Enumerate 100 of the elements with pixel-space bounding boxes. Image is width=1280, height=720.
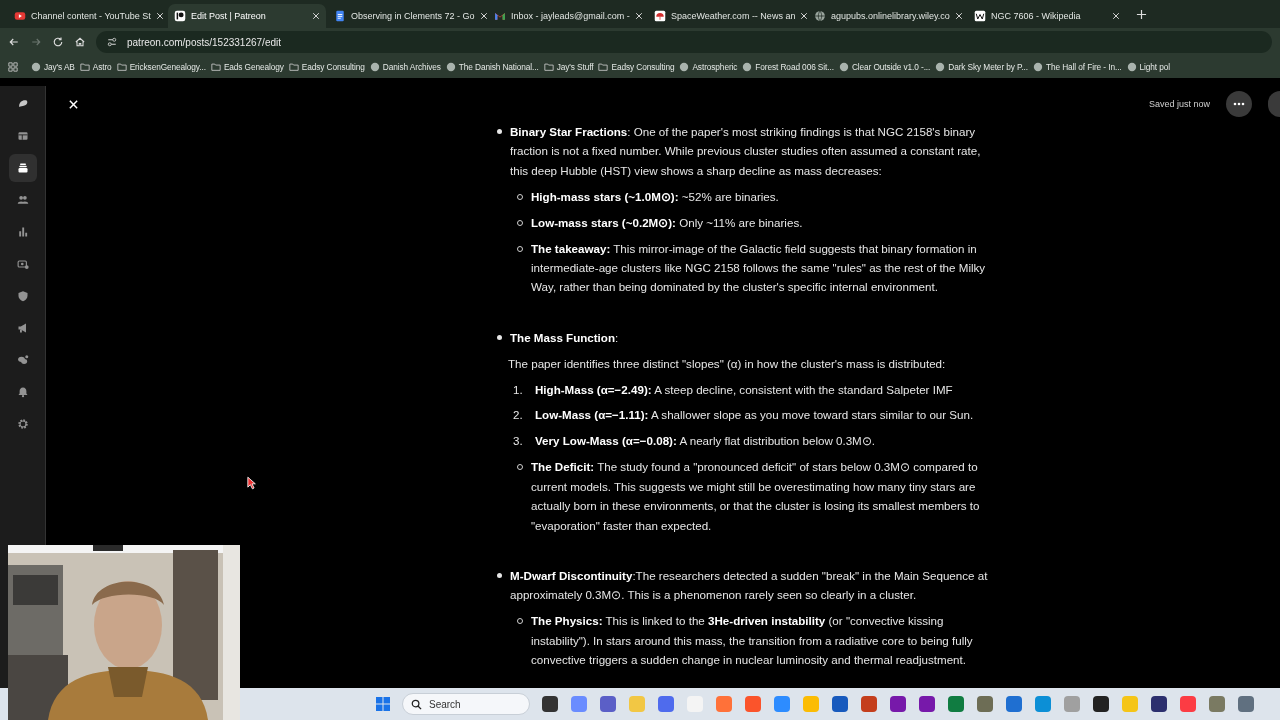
umbrella-icon [654, 10, 666, 22]
close-icon[interactable] [312, 12, 320, 20]
bar-chart-icon [16, 226, 29, 238]
chat-icon [16, 354, 29, 366]
list-item: The Mass Function: [510, 329, 619, 346]
layout-icon [16, 130, 29, 142]
app-icon[interactable] [541, 695, 559, 713]
money-icon [16, 258, 29, 270]
app-icon[interactable] [1092, 695, 1110, 713]
gear-icon [16, 418, 29, 430]
bookmark[interactable]: The Hall of Fire - In... [1033, 62, 1122, 72]
list-number: 2. [513, 407, 524, 424]
search-icon [411, 699, 422, 710]
site-icon [1126, 62, 1137, 72]
list-item: Binary Star Fractions: One of the paper's most striking findings is that NGC 2158's binary fraction is not a fixed number. While previous cluster studies often assumed a constant rate, this deep Hubble (HST) view shows a sharp decline as mass decreases: [510, 124, 982, 179]
list-item: M-Dwarf Discontinuity:The researchers detected a sudden "break" in the Main Sequence at approximately 0.3M⊙. This is a phenomenon rarely seen so clearly in a cluster. [510, 567, 989, 604]
folder-icon [598, 62, 609, 72]
shield-icon [16, 290, 29, 302]
bookmark[interactable]: Astro [79, 62, 112, 72]
bookmark[interactable]: Astrospheric [679, 62, 738, 72]
paragraph: The paper identifies three distinct "slopes" (α) in how the cluster's mass is distributed: [508, 355, 947, 372]
start-icon[interactable] [375, 696, 391, 712]
site-icon [742, 62, 753, 72]
people-icon [16, 194, 29, 206]
more-icon [1233, 102, 1245, 106]
bookmark[interactable]: Eadsy Consulting [598, 62, 675, 72]
site-icon [838, 62, 849, 72]
logo-icon [16, 98, 29, 110]
bookmark[interactable]: The Danish National... [445, 62, 539, 72]
bookmark[interactable]: Jay's Stuff [543, 62, 594, 72]
logo-icon [174, 10, 186, 22]
app-icon[interactable] [889, 695, 907, 713]
folder-icon [288, 62, 299, 72]
browser-tab[interactable]: SpaceWeather.com -- News an [648, 4, 806, 28]
back-icon[interactable] [8, 36, 20, 48]
bullet-dot [497, 129, 502, 134]
bookmark[interactable]: Eadsy Consulting [288, 62, 365, 72]
logo-icon [974, 10, 986, 22]
video-icon [14, 10, 26, 22]
close-icon[interactable] [954, 12, 963, 20]
browser-tab[interactable]: NGC 7606 - Wikipedia [968, 4, 1126, 28]
site-icon [935, 62, 946, 72]
bookmark[interactable]: Eads Genealogy [210, 62, 284, 72]
address-field[interactable]: patreon.com/posts/152331267/edit [96, 31, 1272, 53]
list-item: The Physics: This is linked to the 3He-driven instability (or "convective kissing instability"). In stars around this mass, the transition from a radiative core to being fully convective triggers a sudden change in nuclear luminosity and thermal readjustment. [531, 613, 974, 669]
bookmark[interactable]: Danish Archives [369, 62, 441, 72]
list-item: Low-mass stars (~0.2M⊙): Only ~11% are binaries. [531, 214, 803, 231]
folder-icon [543, 62, 554, 72]
close-icon[interactable] [479, 12, 488, 20]
bookmark[interactable]: Jay's AB [31, 62, 75, 72]
browser-tab[interactable]: Inbox - jayleads@gmail.com - [488, 4, 646, 28]
site-info-icon[interactable] [106, 36, 118, 48]
folder-icon [116, 62, 127, 72]
new-tab-icon[interactable] [1136, 8, 1147, 20]
bookmark[interactable]: Light pol [1126, 62, 1170, 72]
site-icon [445, 62, 456, 72]
reload-icon[interactable] [52, 36, 64, 48]
close-icon[interactable] [800, 12, 809, 20]
apps-grid-icon[interactable] [8, 62, 18, 72]
more-button[interactable] [1226, 91, 1252, 117]
cursor-icon [247, 476, 257, 490]
app-icon[interactable] [918, 695, 936, 713]
list-number: 3. [513, 433, 524, 450]
bookmark[interactable]: Clear Outside v1.0 -... [838, 62, 931, 72]
stack-icon [16, 162, 29, 174]
search-field[interactable]: Search [402, 693, 530, 715]
bullet-dot [497, 572, 502, 578]
list-item: Very Low-Mass (α=−0.08): A nearly flat distribution below 0.3M⊙. [535, 433, 875, 450]
browser-tab[interactable]: agupubs.onlinelibrary.wiley.co [808, 4, 966, 28]
list-item: The Deficit: The study found a "pronounced deficit" of stars below 0.3M⊙ compared to current models. This suggests we might still be overestimating how many tiny stars are actually born in these environments, or that the cluster is losing its smallest members to "evaporation" faster than expected. [531, 459, 981, 534]
mail-icon [494, 10, 506, 22]
close-icon[interactable] [634, 12, 643, 20]
app-icon[interactable] [1150, 695, 1168, 713]
list-item: High-Mass (α=−2.49): A steep decline, consistent with the standard Salpeter IMF [535, 381, 953, 398]
bookmark[interactable]: EricksenGenealogy... [116, 62, 206, 72]
bookmark[interactable]: Forest Road 006 Sit... [742, 62, 834, 72]
save-status: Saved just now [1148, 99, 1210, 109]
bell-icon [16, 386, 29, 398]
browser-tab[interactable]: Channel content - YouTube St [8, 4, 166, 28]
browser-tab[interactable]: Observing in Clements 72 - Go [328, 4, 486, 28]
list-item: High-mass stars (~1.0M⊙): ~52% are binaries. [531, 188, 779, 205]
globe-icon [814, 10, 826, 22]
site-icon [31, 62, 41, 72]
bullet-dot [497, 334, 502, 340]
close-icon[interactable] [155, 12, 164, 20]
browser-tab[interactable]: Edit Post | Patreon [168, 4, 326, 28]
site-icon [1033, 62, 1043, 72]
megaphone-icon [16, 322, 29, 334]
site-icon [369, 62, 380, 72]
bookmark[interactable]: Dark Sky Meter by P... [935, 62, 1028, 72]
site-icon [679, 62, 690, 72]
forward-icon[interactable] [30, 36, 42, 48]
folder-icon [210, 62, 221, 72]
list-number: 1. [513, 381, 524, 398]
list-item: Low-Mass (α=−1.11): A shallower slope as you move toward stars similar to our Sun. [535, 407, 974, 424]
document-icon [334, 10, 346, 22]
close-icon[interactable] [1112, 12, 1120, 20]
folder-icon [79, 62, 90, 72]
home-icon[interactable] [74, 36, 86, 48]
sidebar-item[interactable] [8, 154, 37, 182]
